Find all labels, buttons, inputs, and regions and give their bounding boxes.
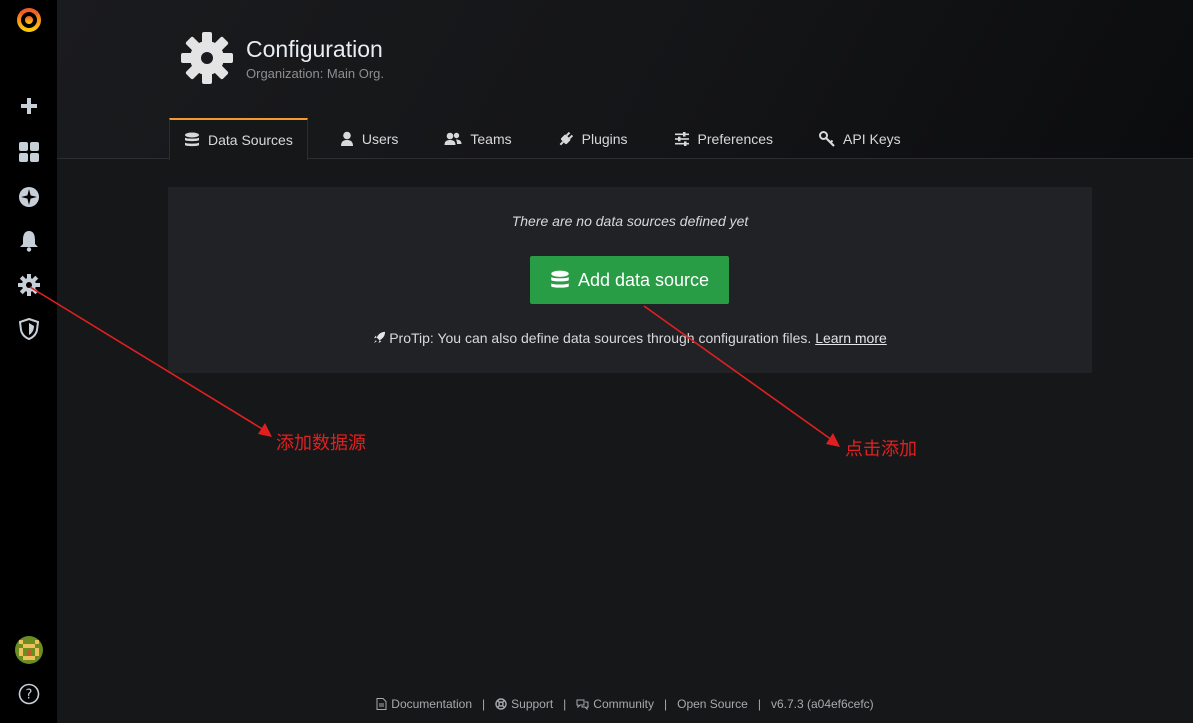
- footer-separator: |: [563, 697, 567, 711]
- add-data-source-button[interactable]: Add data source: [530, 256, 729, 304]
- tab-label: Teams: [470, 130, 512, 147]
- bell-icon[interactable]: [0, 223, 57, 259]
- compass-icon[interactable]: [0, 179, 57, 215]
- empty-datasources-panel: There are no data sources defined yet Ad…: [168, 187, 1092, 373]
- footer-separator: |: [663, 697, 668, 711]
- app: ? Configuration Organization: Main Org. …: [0, 0, 1193, 723]
- footer-community-link[interactable]: Community: [576, 697, 654, 711]
- comments-icon: [576, 699, 589, 710]
- gear-icon[interactable]: [0, 267, 57, 303]
- footer-version-label: v6.7.3 (a04ef6cefc): [770, 697, 874, 711]
- users-icon: [444, 132, 462, 145]
- tab-label: API Keys: [843, 130, 901, 147]
- gear-icon: [181, 32, 233, 84]
- plus-icon[interactable]: [0, 88, 57, 124]
- protip-text: ProTip: You can also define data sources…: [389, 330, 812, 346]
- page-header: Configuration Organization: Main Org. Da…: [57, 0, 1193, 160]
- annotation-label-add-datasource: 添加数据源: [276, 433, 366, 454]
- svg-text:?: ?: [25, 688, 32, 703]
- annotation-arrowhead-right: [826, 433, 840, 447]
- plug-icon: [559, 131, 573, 145]
- page-subtitle: Organization: Main Org.: [246, 66, 385, 81]
- footer-separator: |: [482, 697, 486, 711]
- footer-documentation-link[interactable]: Documentation: [376, 697, 472, 711]
- database-icon: [551, 270, 569, 288]
- add-data-source-label: Add data source: [577, 269, 710, 290]
- tab-bar: Data Sources Users Teams Plugins Prefere…: [169, 118, 933, 160]
- key-icon: [819, 130, 835, 147]
- tab-label: Plugins: [581, 130, 628, 147]
- tab-label: Preferences: [697, 130, 774, 147]
- grafana-logo-icon[interactable]: [0, 0, 57, 38]
- learn-more-link[interactable]: Learn more: [815, 330, 887, 346]
- tab-data-sources[interactable]: Data Sources: [169, 118, 308, 160]
- annotation-label-click-add: 点击添加: [845, 439, 917, 460]
- tab-teams[interactable]: Teams: [430, 118, 525, 159]
- tab-label: Data Sources: [208, 132, 293, 148]
- footer-version: v6.7.3 (a04ef6cefc): [771, 697, 874, 711]
- shield-icon[interactable]: [0, 311, 57, 347]
- protip: ProTip: You can also define data sources…: [168, 330, 1092, 346]
- lifebuoy-icon: [495, 698, 507, 710]
- footer-support-label: Support: [511, 697, 554, 711]
- annotation-arrowhead-left: [258, 423, 272, 437]
- footer-open-source-link[interactable]: Open Source: [677, 697, 748, 711]
- database-icon: [185, 132, 199, 147]
- footer-community-label: Community: [593, 697, 654, 711]
- page-title: Configuration: [246, 36, 383, 62]
- help-icon[interactable]: ?: [0, 676, 57, 712]
- footer: Documentation | Support | Community | Op…: [57, 695, 1193, 713]
- tab-preferences[interactable]: Preferences: [660, 118, 787, 159]
- footer-open-source-label: Open Source: [677, 697, 748, 711]
- tab-api-keys[interactable]: API Keys: [805, 118, 915, 159]
- document-icon: [376, 698, 387, 710]
- empty-message: There are no data sources defined yet: [511, 213, 749, 229]
- tab-label: Users: [361, 130, 399, 147]
- footer-support-link[interactable]: Support: [495, 697, 553, 711]
- tab-plugins[interactable]: Plugins: [544, 118, 642, 159]
- apps-icon[interactable]: [0, 134, 57, 170]
- sidebar: ?: [0, 0, 57, 723]
- user-icon: [340, 131, 353, 146]
- footer-documentation-label: Documentation: [391, 697, 473, 711]
- footer-separator: |: [757, 697, 761, 711]
- tab-users[interactable]: Users: [326, 118, 413, 159]
- sliders-icon: [674, 131, 689, 146]
- avatar[interactable]: [0, 632, 57, 668]
- rocket-icon: [374, 331, 386, 344]
